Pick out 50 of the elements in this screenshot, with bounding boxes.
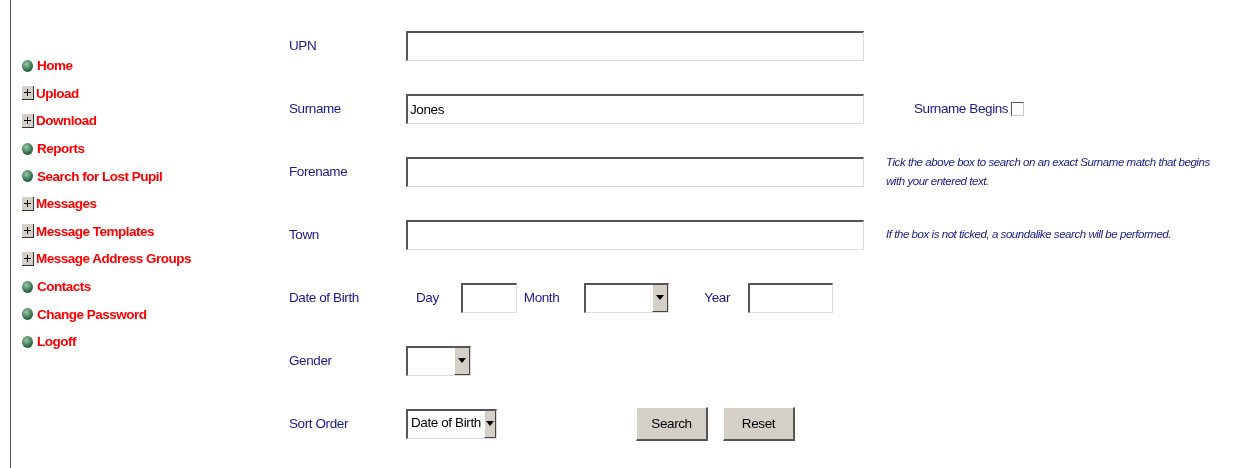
bullet-icon [22,170,33,183]
nav-link[interactable]: Change Password [22,300,274,328]
field-label: Day [416,290,439,305]
caret-icon [454,347,470,375]
caret-icon [483,410,496,438]
text-field[interactable] [460,282,517,313]
dropdown[interactable]: Date of Birth [406,408,497,439]
caret-icon [652,284,669,312]
field-label: Forename [289,164,349,179]
help-text: If the box is not ticked, a soundalike search will be performed. [885,227,1173,242]
field-label: Date of Birth [289,290,360,305]
text-field[interactable] [406,156,864,187]
field-label: Surname [289,101,342,116]
nav-link[interactable]: Upload [22,79,274,108]
help-text: Tick the above box to search on an exact Surname match that begins with your entered text. [885,154,1211,189]
nav-link[interactable]: Message Templates [22,217,274,246]
nav-link[interactable]: Contacts [22,272,274,301]
nav-link[interactable]: Messages [22,189,274,218]
bullet-icon [22,59,33,72]
field-label: Town [289,227,320,242]
bullet-icon [22,280,33,293]
field-label: UPN [289,38,318,53]
field-label: Year [704,290,731,305]
bullet-icon [22,308,33,321]
plus-icon [22,196,34,211]
plus-icon [22,251,34,266]
bullet-icon [22,335,33,348]
checkbox[interactable] [1011,101,1025,116]
text-field[interactable] [406,30,864,61]
plus-icon [22,224,34,239]
nav-link[interactable]: Reports [22,134,274,163]
dropdown[interactable] [406,345,471,376]
nav-link[interactable]: Logoff [22,327,274,356]
field-label: Month [523,290,560,305]
field-label: Gender [289,353,333,368]
plus-icon [22,86,34,101]
plus-icon [22,114,34,128]
field-label: Sort Order [289,416,350,431]
bullet-icon [22,142,33,155]
nav-link[interactable]: Search for Lost Pupil [22,162,274,190]
text-field[interactable] [406,219,864,250]
nav-link[interactable]: Download [22,107,274,135]
text-field[interactable]: Jones [406,93,864,124]
text-field[interactable] [748,282,834,313]
search-button[interactable]: Search [636,406,708,441]
reset-button[interactable]: Reset [723,406,795,441]
nav-link[interactable]: Message Address Groups [22,245,274,273]
dropdown[interactable] [584,282,670,313]
checkbox-label: Surname Begins [914,101,1009,116]
nav-link[interactable]: Home [22,52,274,80]
